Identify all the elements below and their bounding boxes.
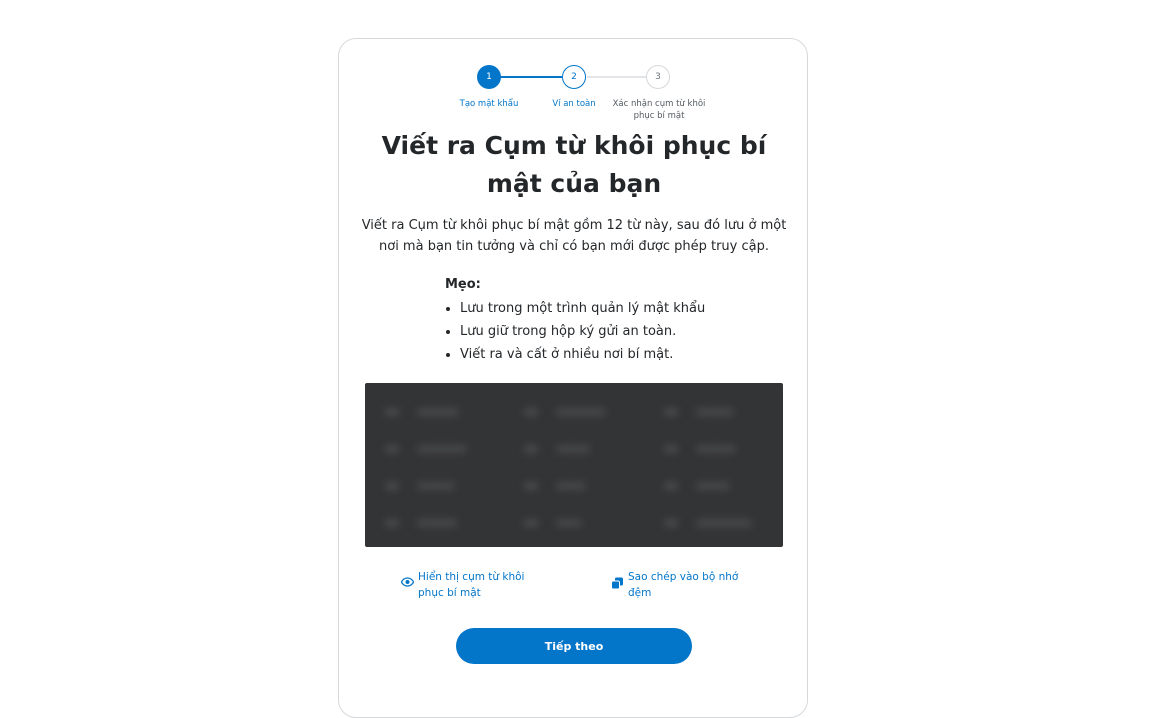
page-description: Viết ra Cụm từ khôi phục bí mật gồm 12 t… [361, 218, 787, 254]
reveal-phrase-button[interactable]: Hiển thị cụm từ khôi phục bí mật [401, 569, 551, 601]
step-2-indicator: 2 [562, 65, 586, 89]
phrase-cell [504, 407, 643, 416]
tip-item: Lưu giữ trong hộp ký gửi an toàn. [460, 320, 765, 343]
secret-recovery-phrase-card: 1 2 3 Tạo mật khẩu Ví an toàn Xác nhận c… [338, 38, 808, 718]
phrase-cell [504, 444, 643, 453]
reveal-phrase-label[interactable]: Hiển thị cụm từ khôi phục bí mật [418, 569, 551, 601]
tips-heading: Mẹo: [445, 277, 481, 292]
phrase-row [365, 430, 783, 467]
stepper-line-pending [587, 76, 647, 78]
next-button[interactable]: Tiếp theo [456, 628, 692, 664]
phrase-row [365, 504, 783, 541]
blurred-recovery-phrase[interactable] [365, 383, 783, 547]
eye-icon [401, 577, 414, 587]
phrase-cell [504, 518, 643, 527]
step-1-indicator: 1 [477, 65, 501, 89]
phrase-cell [504, 481, 643, 490]
phrase-row [365, 467, 783, 504]
phrase-cell [644, 407, 783, 416]
phrase-word-grid [365, 393, 783, 541]
phrase-cell [644, 481, 783, 490]
phrase-cell [365, 518, 504, 527]
progress-stepper: 1 2 3 Tạo mật khẩu Ví an toàn Xác nhận c… [339, 39, 807, 139]
copy-icon [611, 577, 623, 590]
tip-item: Lưu trong một trình quản lý mật khẩu [460, 297, 765, 320]
tips-list: Lưu trong một trình quản lý mật khẩu Lưu… [445, 297, 765, 366]
step-1-label: Tạo mật khẩu [459, 99, 519, 109]
tips-section: Mẹo: Lưu trong một trình quản lý mật khẩ… [445, 275, 765, 366]
copy-to-clipboard-label[interactable]: Sao chép vào bộ nhớ đệm [628, 569, 761, 601]
tip-item: Viết ra và cất ở nhiều nơi bí mật. [460, 343, 765, 366]
phrase-cell [365, 481, 504, 490]
phrase-cell [365, 444, 504, 453]
step-3-label: Xác nhận cụm từ khôi phục bí mật [612, 99, 706, 121]
step-3-indicator: 3 [646, 65, 670, 89]
copy-to-clipboard-button[interactable]: Sao chép vào bộ nhớ đệm [611, 569, 761, 601]
step-2-label: Ví an toàn [552, 99, 596, 109]
page-title: Viết ra Cụm từ khôi phục bí mật của bạn [381, 131, 767, 198]
phrase-cell [644, 518, 783, 527]
phrase-cell [644, 444, 783, 453]
phrase-cell [365, 407, 504, 416]
phrase-row [365, 393, 783, 430]
stepper-line-completed [500, 76, 562, 78]
